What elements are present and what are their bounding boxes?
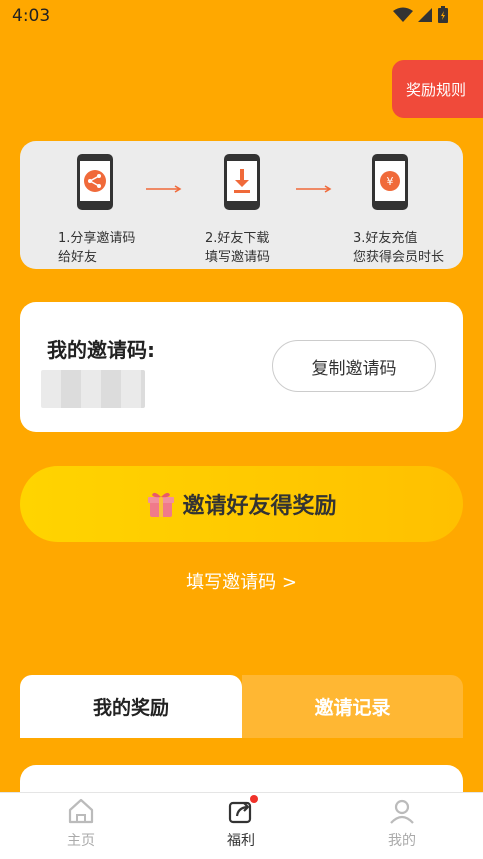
invite-friends-label: 邀请好友得奖励 [182, 494, 337, 519]
step-1-label: 1.分享邀请码 给好友 [58, 231, 136, 265]
nav-home-label: 主页 [67, 833, 95, 849]
invite-code-card: 我的邀请码: 复制邀请码 [20, 302, 463, 432]
gift-icon [148, 492, 175, 517]
nav-mine[interactable]: 我的 [352, 793, 452, 859]
nav-welfare[interactable]: 福利 [191, 793, 291, 859]
arrow-right-icon [146, 185, 182, 193]
tab-invite-records-label: 邀请记录 [314, 697, 391, 719]
share-phone-icon [77, 154, 113, 210]
invite-code-title: 我的邀请码: [47, 338, 155, 362]
tab-my-rewards[interactable]: 我的奖励 [20, 675, 242, 738]
fill-invite-code-label: 填写邀请码 > [186, 572, 297, 593]
signal-icon [418, 8, 432, 22]
user-icon [390, 799, 414, 824]
status-bar: 4:03 [0, 0, 483, 34]
arrow-right-icon [296, 185, 332, 193]
wifi-icon [393, 7, 413, 22]
invite-steps-card: 1.分享邀请码 给好友 2.好友下载 填写邀请码 ¥ 3.好友充值 您获得会员时长 [20, 141, 463, 269]
fill-invite-code-link[interactable]: 填写邀请码 > [0, 568, 483, 594]
home-icon [68, 798, 94, 824]
svg-text:¥: ¥ [387, 175, 394, 188]
invite-code-value-blurred [41, 370, 145, 408]
download-phone-icon [224, 154, 260, 210]
battery-icon [438, 6, 448, 23]
step-2-label: 2.好友下载 填写邀请码 [205, 231, 271, 265]
invite-friends-button[interactable]: 邀请好友得奖励 [20, 466, 463, 542]
status-icons [393, 6, 449, 24]
bottom-nav: 主页 福利 我的 [0, 792, 483, 859]
tab-invite-records[interactable]: 邀请记录 [242, 675, 463, 738]
nav-mine-label: 我的 [388, 833, 416, 849]
notification-dot [250, 795, 258, 803]
reward-tabs: 我的奖励 邀请记录 [20, 675, 463, 738]
reward-rules-button[interactable]: 奖励规则 [392, 60, 483, 118]
tab-my-rewards-label: 我的奖励 [92, 697, 169, 719]
yuan-phone-icon: ¥ [372, 154, 408, 210]
reward-rules-label: 奖励规则 [406, 80, 467, 99]
nav-welfare-label: 福利 [227, 833, 255, 849]
copy-invite-code-button[interactable]: 复制邀请码 [272, 340, 436, 392]
step-3-label: 3.好友充值 您获得会员时长 [353, 231, 445, 265]
copy-invite-code-label: 复制邀请码 [311, 358, 397, 379]
nav-home[interactable]: 主页 [31, 793, 131, 859]
status-time: 4:03 [12, 6, 51, 26]
